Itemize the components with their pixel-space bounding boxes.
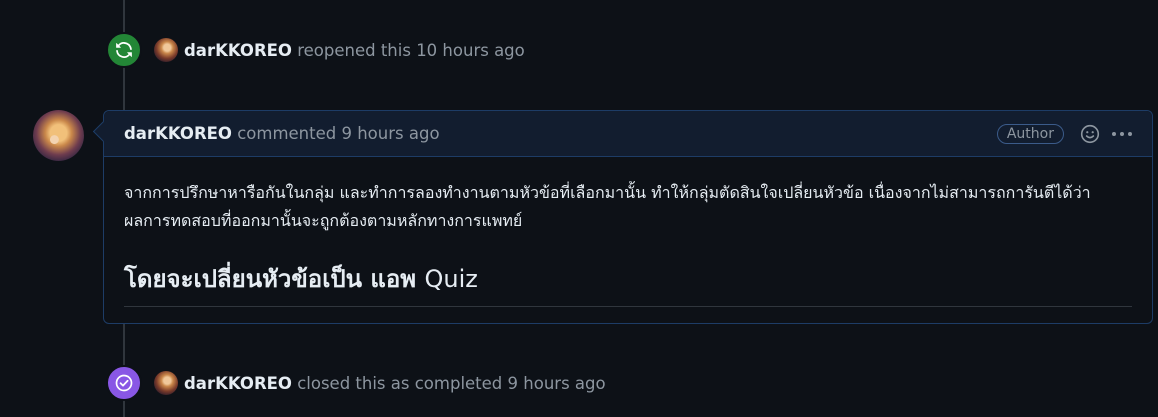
sync-icon	[106, 32, 142, 68]
kebab-horizontal-icon[interactable]	[1110, 122, 1134, 146]
event-author-link[interactable]: darKKOREO	[184, 41, 292, 60]
event-time[interactable]: 9 hours ago	[508, 374, 606, 393]
comment-body: จากการปรึกษาหารือกันในกลุ่ม และทำการลองท…	[104, 157, 1152, 307]
comment-line-2: ผลการทดสอบที่ออกมานั้นจะถูกต้องตามหลักทา…	[124, 211, 523, 230]
author-badge: Author	[996, 124, 1064, 144]
timeline-event-reopened: darKKOREO reopened this 10 hours ago	[106, 32, 525, 68]
issue-timeline: darKKOREO reopened this 10 hours ago dar…	[0, 0, 1158, 417]
heading-thai: โดยจะเปลี่ยนหัวข้อเป็น แอพ	[124, 265, 417, 293]
event-description: darKKOREO reopened this 10 hours ago	[184, 41, 525, 60]
comment-action: commented	[237, 124, 337, 143]
comment-meta: darKKOREO commented 9 hours ago	[124, 124, 440, 143]
avatar[interactable]	[154, 38, 178, 62]
avatar[interactable]	[154, 371, 178, 395]
event-action: closed this as completed	[297, 373, 503, 393]
event-description: darKKOREO closed this as completed 9 hou…	[184, 374, 606, 393]
comment-author-link[interactable]: darKKOREO	[124, 124, 232, 143]
event-time[interactable]: 10 hours ago	[416, 41, 525, 60]
comment-heading: โดยจะเปลี่ยนหัวข้อเป็น แอพ Quiz	[124, 259, 1132, 307]
heading-latin: Quiz	[424, 265, 478, 293]
smiley-icon[interactable]	[1078, 122, 1102, 146]
comment-time[interactable]: 9 hours ago	[341, 124, 439, 143]
check-circle-icon	[106, 365, 142, 401]
comment-header-actions: Author	[996, 111, 1142, 157]
comment-author-avatar[interactable]	[33, 110, 84, 161]
comment-line-1: จากการปรึกษาหารือกันในกลุ่ม และทำการลองท…	[124, 183, 1091, 202]
event-action: reopened this	[297, 40, 411, 60]
comment-header: darKKOREO commented 9 hours ago Author	[104, 111, 1152, 157]
comment: darKKOREO commented 9 hours ago Author จ…	[103, 110, 1153, 324]
comment-paragraph: จากการปรึกษาหารือกันในกลุ่ม และทำการลองท…	[124, 179, 1132, 235]
event-author-link[interactable]: darKKOREO	[184, 374, 292, 393]
timeline-event-closed: darKKOREO closed this as completed 9 hou…	[106, 365, 606, 401]
